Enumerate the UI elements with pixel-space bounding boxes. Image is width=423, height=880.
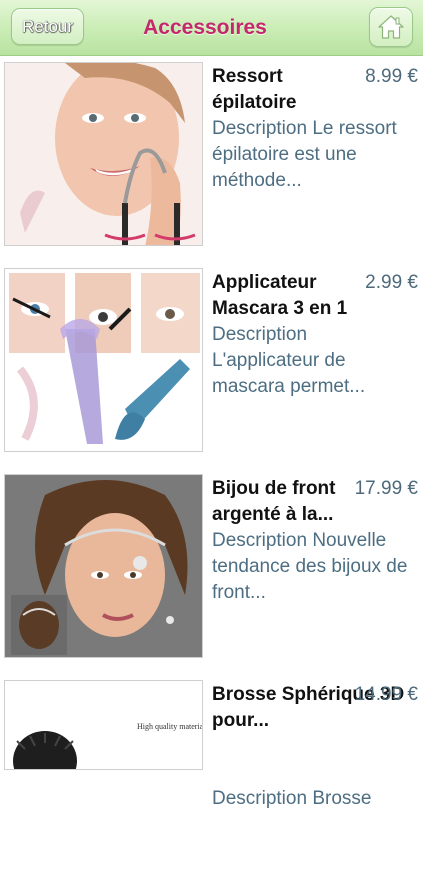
product-name: Bijou de front argenté à la...: [212, 478, 336, 525]
product-price: 14.99 €: [354, 684, 418, 705]
product-price: 2.99 €: [365, 272, 418, 293]
product-image-brosse: High quality material: [4, 680, 203, 770]
image-caption: High quality material: [137, 722, 203, 731]
product-name: Applicateur Mascara 3 en 1: [212, 272, 348, 319]
product-price: 8.99 €: [365, 66, 418, 87]
product-description: Description Le ressort épilatoire est un…: [212, 118, 397, 191]
product-description: Description Brosse: [212, 788, 372, 809]
product-image-applicateur: [4, 268, 203, 452]
navigation-bar: Retour Accessoires: [0, 0, 423, 56]
product-item-ressort[interactable]: Ressort épilatoire 8.99 € Description Le…: [0, 56, 423, 262]
product-image-ressort: [4, 62, 203, 246]
product-description: Description Nouvelle tendance des bijoux…: [212, 530, 408, 603]
product-image-bijou: [4, 474, 203, 658]
product-item-bijou[interactable]: Bijou de front argenté à la... 17.99 € D…: [0, 468, 423, 674]
page-title: Accessoires: [143, 15, 267, 39]
product-description: Description L'applicateur de mascara per…: [212, 324, 366, 397]
product-price: 17.99 €: [354, 478, 418, 499]
home-button[interactable]: [369, 7, 413, 47]
back-button[interactable]: Retour: [11, 8, 84, 45]
product-name: Ressort épilatoire: [212, 66, 297, 113]
product-item-applicateur[interactable]: Applicateur Mascara 3 en 1 2.99 € Descri…: [0, 262, 423, 468]
home-icon: [378, 15, 404, 39]
product-item-brosse[interactable]: High quality material Brosse Sphérique 3…: [0, 674, 423, 880]
